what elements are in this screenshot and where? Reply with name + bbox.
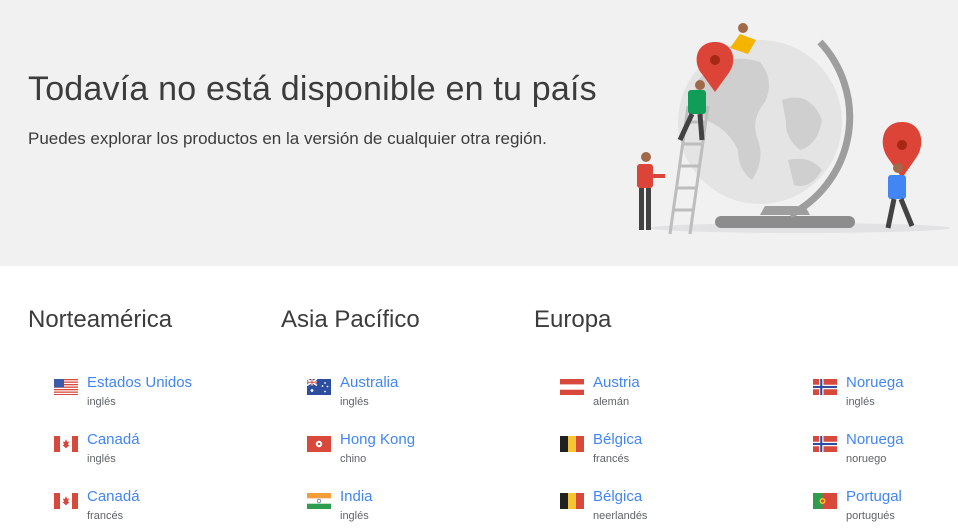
india-flag-icon [307,493,331,509]
region-heading-europe: Europa [534,306,612,333]
australia-flag-icon [307,379,331,395]
country-name: Canadá [87,488,140,505]
country-link-portugal-portuguese[interactable]: Portugal portugués [813,487,953,531]
country-link-belgium-dutch[interactable]: Bélgica neerlandés [560,487,760,531]
globe-illustration [637,23,950,235]
country-name: Canadá [87,431,140,448]
country-name: Noruega [846,374,904,391]
country-name: Noruega [846,431,904,448]
country-name: Portugal [846,488,902,505]
region-heading-asia-pacific: Asia Pacífico [281,306,420,333]
hong-kong-flag-icon [307,436,331,452]
country-language: portugués [846,510,895,522]
country-name: Bélgica [593,431,643,448]
country-name: Hong Kong [340,431,416,448]
country-link-austria-german[interactable]: Austria alemán [560,373,760,417]
country-name: Estados Unidos [87,374,193,391]
us-flag-icon [54,379,78,395]
austria-flag-icon [560,379,584,395]
country-link-canada-french[interactable]: Canadá francés [54,487,254,531]
country-language: francés [87,510,124,522]
belgium-flag-icon [560,436,584,452]
country-language: inglés [340,510,369,522]
page-title: Todavía no está disponible en tu país [28,70,597,108]
canada-flag-icon [54,493,78,509]
page-subtitle: Puedes explorar los productos en la vers… [28,129,547,148]
country-link-united-states-english[interactable]: Estados Unidos inglés [54,373,254,417]
country-link-india-english[interactable]: India inglés [307,487,507,531]
country-language: inglés [846,396,875,408]
country-link-norway-english[interactable]: Noruega inglés [813,373,953,417]
country-link-norway-norwegian[interactable]: Noruega noruego [813,430,953,474]
country-link-belgium-french[interactable]: Bélgica francés [560,430,760,474]
country-name: Bélgica [593,488,643,505]
country-language: francés [593,453,630,465]
country-name: Austria [593,374,640,391]
country-language: inglés [87,453,116,465]
country-name: India [340,488,373,505]
country-name: Australia [340,374,399,391]
region-heading-north-america: Norteamérica [28,306,173,333]
country-language: noruego [846,453,887,465]
country-language: chino [340,453,367,465]
country-language: inglés [340,396,369,408]
norway-flag-icon [813,379,837,395]
portugal-flag-icon [813,493,837,509]
country-language: inglés [87,396,116,408]
canada-flag-icon [54,436,78,452]
norway-flag-icon [813,436,837,452]
country-link-hong-kong-chinese[interactable]: Hong Kong chino [307,430,507,474]
hero-banner: Todavía no está disponible en tu país Pu… [0,0,958,266]
country-language: alemán [593,396,630,408]
belgium-flag-icon [560,493,584,509]
country-language: neerlandés [593,510,648,522]
country-link-australia-english[interactable]: Australia inglés [307,373,507,417]
country-link-canada-english[interactable]: Canadá inglés [54,430,254,474]
